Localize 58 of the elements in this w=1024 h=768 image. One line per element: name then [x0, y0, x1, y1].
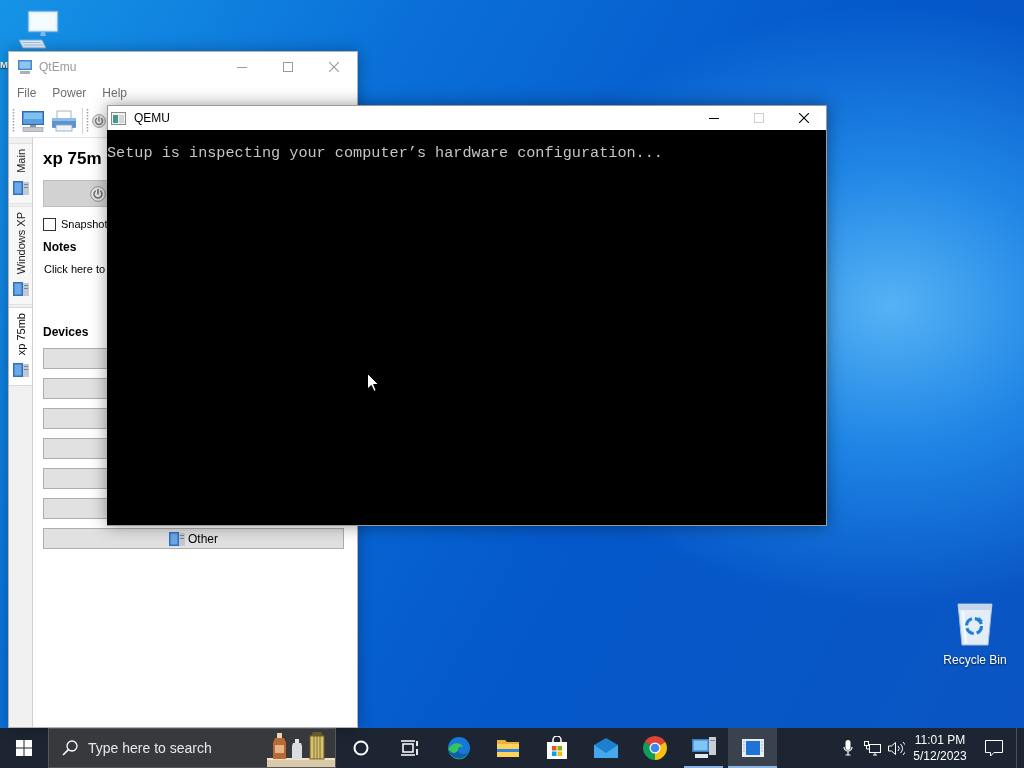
task-view-icon: [400, 740, 419, 756]
device-icon: [169, 531, 185, 546]
shopping-bag-icon: [545, 736, 568, 760]
side-tab[interactable]: Windows XP: [9, 205, 32, 306]
icon-label[interactable]: Recycle Bin: [943, 653, 1007, 668]
minimize-icon: [237, 66, 247, 68]
console-text: Setup is inspecting your computer’s hardware configuration...: [107, 143, 663, 163]
machine-icon: [12, 363, 29, 378]
recycle-bin-icon[interactable]: [955, 601, 995, 647]
power-button[interactable]: [43, 180, 107, 207]
device-button[interactable]: Other: [43, 528, 344, 549]
machine-icon: [12, 282, 29, 297]
app-icon: [111, 111, 126, 125]
power-icon: [92, 113, 106, 128]
network-icon: [863, 740, 881, 756]
snapshot-checkbox[interactable]: [43, 217, 56, 231]
computer-icon[interactable]: [16, 10, 62, 50]
windows-logo-icon: [16, 740, 32, 756]
window-title: QEMU: [134, 110, 170, 127]
close-icon: [329, 62, 339, 72]
side-tab[interactable]: Main: [9, 143, 32, 204]
clock-time[interactable]: 11:01 PM: [914, 732, 966, 748]
machine-icon: [12, 180, 29, 195]
notes-text[interactable]: Click here to: [44, 262, 106, 276]
maximize-icon: [283, 62, 293, 72]
menu-item[interactable]: Power: [45, 83, 94, 103]
folder-icon: [495, 738, 520, 758]
swirl-icon: [446, 736, 471, 760]
envelope-icon: [592, 738, 619, 758]
grip-icon[interactable]: [12, 107, 15, 134]
notes-heading: Notes: [43, 240, 77, 254]
checkbox-label: Snapshot: [61, 217, 108, 231]
speech-bubble-icon: [985, 739, 1003, 757]
close-icon: [798, 113, 809, 123]
taskbar-button[interactable]: [728, 728, 777, 768]
minimize-icon: [708, 117, 719, 119]
computer-icon[interactable]: [21, 109, 45, 132]
mouse-pointer-icon: [367, 373, 379, 392]
speaker-icon: [887, 740, 905, 756]
menu-item[interactable]: File: [10, 83, 44, 103]
clock-date[interactable]: 5/12/2023: [913, 748, 967, 764]
app-icon: [17, 59, 33, 75]
window-title: QtEmu: [39, 59, 77, 76]
computer-icon: [691, 737, 716, 759]
side-tab[interactable]: xp 75mb: [9, 307, 32, 387]
bottles-lantern-illustration: [267, 729, 335, 767]
power-icon: [90, 185, 106, 202]
window-icon: [741, 739, 764, 757]
grip-icon[interactable]: [86, 107, 89, 134]
ring-icon: [352, 740, 369, 756]
machine-title: xp 75m: [43, 148, 102, 170]
microphone-icon: [843, 740, 853, 756]
tricolor-ring-icon: [642, 736, 667, 760]
search-icon: [62, 740, 78, 756]
printer-icon[interactable]: [51, 109, 77, 132]
menu-item[interactable]: Help: [95, 83, 135, 103]
maximize-icon: [753, 113, 764, 123]
devices-heading: Devices: [43, 325, 89, 339]
